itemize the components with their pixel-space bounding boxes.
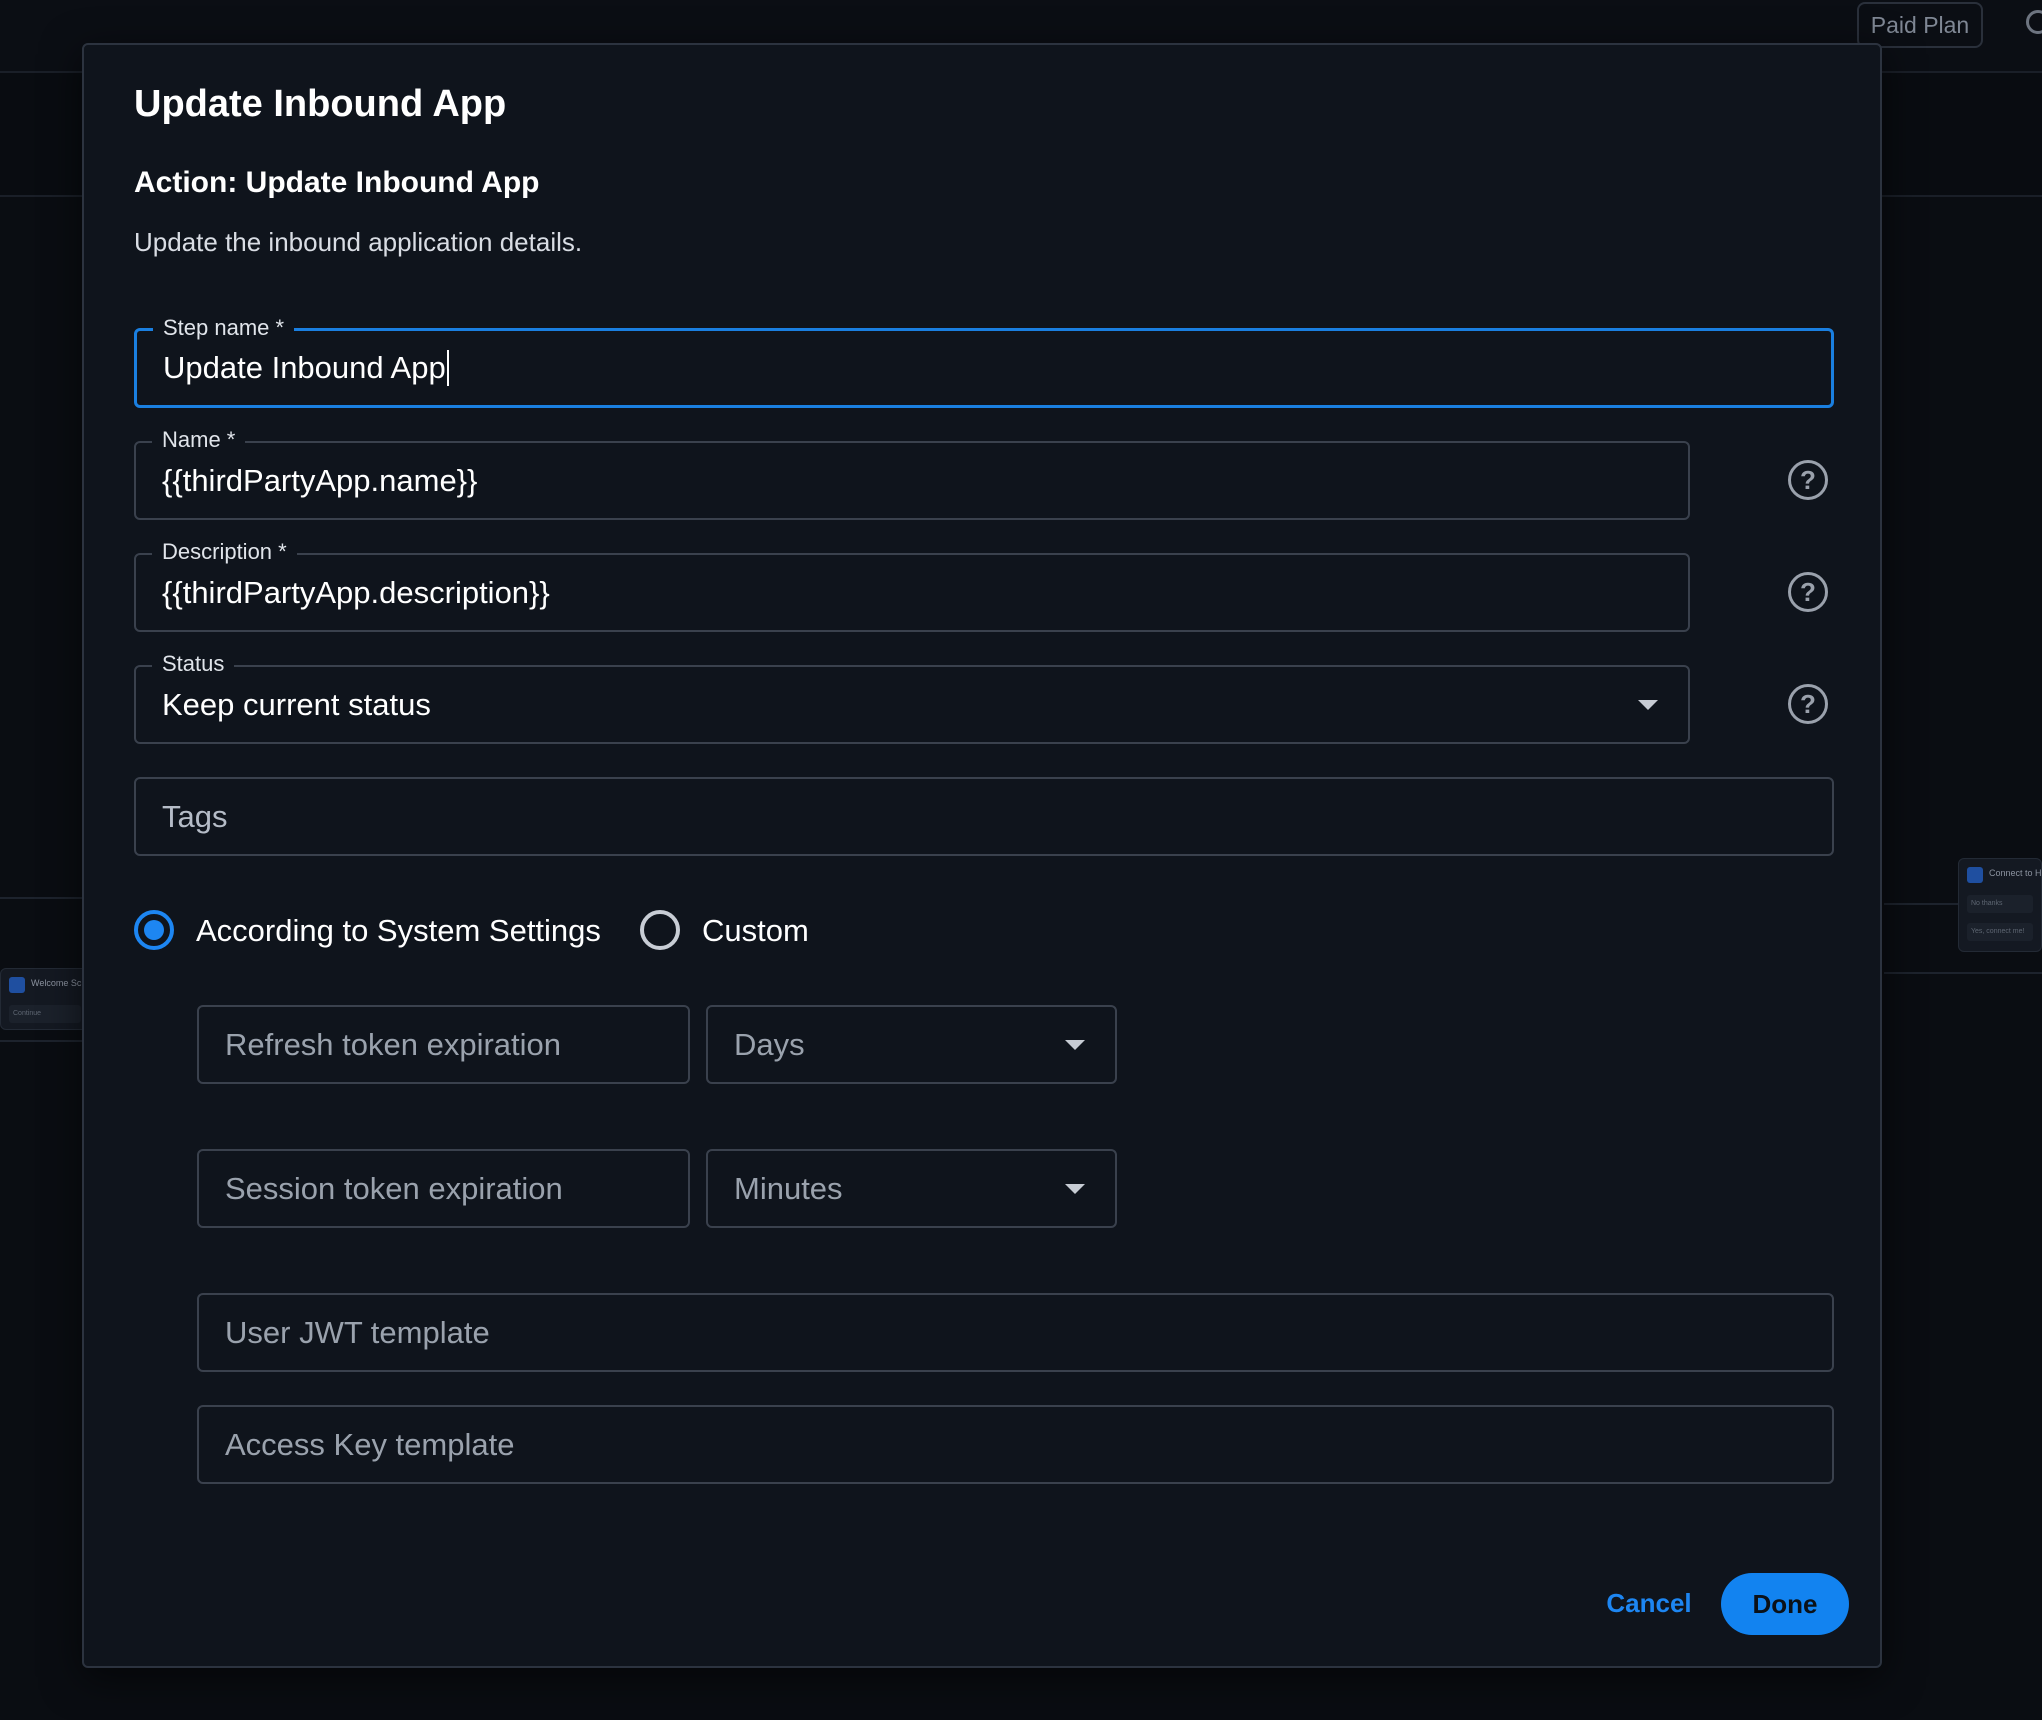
radio-system-settings[interactable] — [134, 910, 174, 950]
node-row: Continue — [9, 1005, 81, 1023]
name-field[interactable]: Name * {{thirdPartyApp.name}} — [134, 427, 1690, 520]
paid-plan-badge[interactable]: Paid Plan — [1857, 2, 1983, 48]
step-name-field[interactable]: Step name * Update Inbound App — [134, 315, 1834, 408]
refresh-token-unit-select[interactable]: Days — [706, 1005, 1117, 1084]
chevron-down-icon — [1065, 1039, 1085, 1050]
description-value[interactable]: {{thirdPartyApp.description}} — [162, 555, 550, 630]
chevron-down-icon — [1638, 699, 1658, 710]
access-key-template-placeholder: Access Key template — [225, 1426, 515, 1462]
refresh-token-unit-value: Days — [734, 1026, 805, 1062]
name-help-icon[interactable]: ? — [1788, 460, 1828, 500]
flow-edge — [0, 897, 82, 899]
action-description: Update the inbound application details. — [134, 227, 583, 257]
radio-system-settings-label[interactable]: According to System Settings — [196, 913, 601, 949]
radio-custom-label[interactable]: Custom — [702, 913, 809, 949]
session-token-unit-value: Minutes — [734, 1170, 843, 1206]
flow-edge — [1884, 972, 2042, 974]
description-field[interactable]: Description * {{thirdPartyApp.descriptio… — [134, 539, 1690, 632]
node-title: Connect to H — [1989, 868, 2042, 878]
flow-node-welcome[interactable]: Welcome Sc Continue — [0, 968, 90, 1030]
session-token-expiration-input[interactable]: Session token expiration — [197, 1149, 690, 1228]
node-title: Welcome Sc — [31, 978, 82, 988]
update-inbound-app-dialog: Update Inbound App Action: Update Inboun… — [82, 43, 1882, 1668]
node-row: Yes, connect me! — [1967, 923, 2033, 941]
text-cursor — [446, 350, 449, 386]
session-token-placeholder: Session token expiration — [225, 1170, 563, 1206]
action-title: Action: Update Inbound App — [134, 166, 540, 199]
node-row: No thanks — [1967, 895, 2033, 913]
done-button[interactable]: Done — [1721, 1573, 1849, 1635]
refresh-token-expiration-input[interactable]: Refresh token expiration — [197, 1005, 690, 1084]
refresh-token-placeholder: Refresh token expiration — [225, 1026, 562, 1062]
flow-edge — [0, 1040, 82, 1042]
status-select[interactable]: Status Keep current status — [134, 651, 1690, 744]
user-jwt-template-placeholder: User JWT template — [225, 1314, 490, 1350]
status-value: Keep current status — [162, 686, 431, 722]
status-help-icon[interactable]: ? — [1788, 684, 1828, 724]
screen-icon — [9, 977, 25, 993]
user-jwt-template-input[interactable]: User JWT template — [197, 1293, 1834, 1372]
chevron-down-icon — [1065, 1183, 1085, 1194]
screen-icon — [1967, 867, 1983, 883]
tags-placeholder: Tags — [162, 798, 228, 834]
step-name-value[interactable]: Update Inbound App — [163, 331, 449, 405]
access-key-template-input[interactable]: Access Key template — [197, 1405, 1834, 1484]
cancel-button[interactable]: Cancel — [1584, 1573, 1714, 1633]
dialog-title: Update Inbound App — [134, 83, 507, 125]
session-token-unit-select[interactable]: Minutes — [706, 1149, 1117, 1228]
name-value[interactable]: {{thirdPartyApp.name}} — [162, 443, 477, 518]
tags-input[interactable]: Tags — [134, 777, 1834, 856]
radio-custom[interactable] — [640, 910, 680, 950]
description-help-icon[interactable]: ? — [1788, 572, 1828, 612]
flow-node-connect[interactable]: Connect to H No thanks Yes, connect me! — [1958, 858, 2042, 952]
